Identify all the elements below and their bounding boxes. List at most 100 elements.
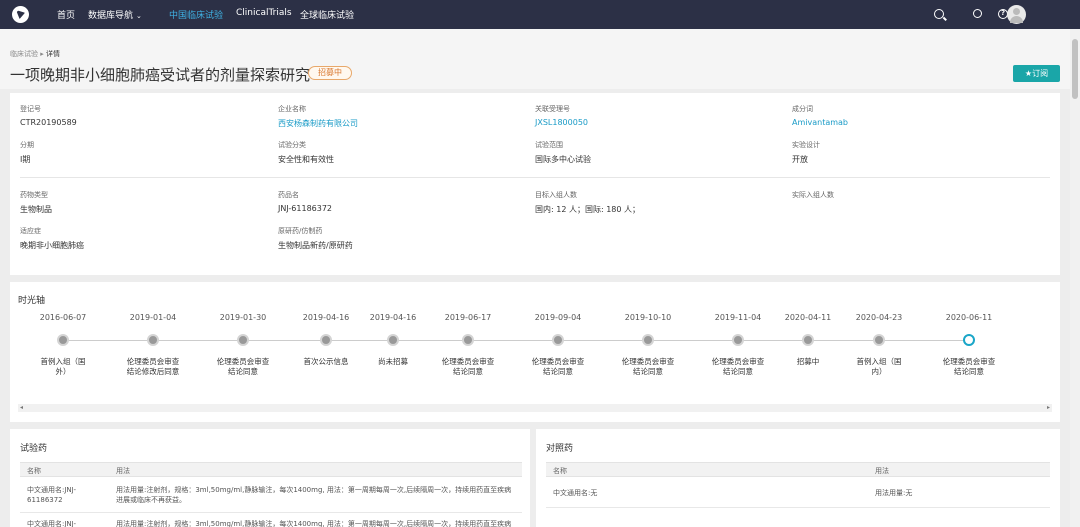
field-accept-no: 关联受理号 JXSL1800050 [535,104,588,127]
timeline-dot-icon[interactable] [552,334,564,346]
timeline-label: 伦理委员会审查结论同意 [621,357,675,376]
breadcrumb-parent[interactable]: 临床试验 [10,50,38,58]
timeline-dot-icon[interactable] [387,334,399,346]
timeline-dot-icon[interactable] [642,334,654,346]
field-value: 晚期非小细胞肺癌 [20,241,84,250]
breadcrumb-current: 详情 [45,50,60,58]
timeline-date: 2019-10-10 [624,313,672,322]
lightbulb-icon[interactable] [973,9,982,18]
timeline-date: 2019-09-04 [534,313,582,322]
timeline-label: 伦理委员会审查结论同意 [531,357,585,376]
field-ingredient: 成分词 Amivantamab [792,104,848,127]
scrollbar-thumb[interactable] [1072,39,1078,99]
breadcrumb: 临床试验 ▸ 详情 [10,49,60,59]
field-label: 药品名 [278,191,299,199]
field-value: CTR20190589 [20,118,77,127]
horizontal-scrollbar[interactable]: ◂ ▸ [18,404,1052,412]
vertical-scrollbar[interactable] [1070,29,1080,527]
field-value: 开放 [792,155,808,164]
divider [20,177,1050,178]
field-label: 登记号 [20,105,41,113]
drug-name: 中文通用名:JNJ-61186372 [27,486,76,504]
timeline-dot-icon[interactable] [873,334,885,346]
timeline-dot-icon[interactable] [802,334,814,346]
field-label: 关联受理号 [535,105,570,113]
nav-home[interactable]: 首页 [57,8,75,21]
field-value: 国际多中心试验 [535,155,591,164]
field-scope: 试验范围 国际多中心试验 [535,140,591,165]
scroll-left-icon[interactable]: ◂ [20,404,23,412]
ingredient-link[interactable]: Amivantamab [792,118,848,127]
table-row: 中文通用名:JNJ- 用法用量:注射剂，规格：3ml,50mg/ml,静脉输注，… [20,514,522,527]
field-category: 试验分类 安全性和有效性 [278,140,334,165]
timeline-label: 伦理委员会审查结论修改后同意 [126,357,180,376]
timeline-dot-icon[interactable] [963,334,975,346]
field-label: 企业名称 [278,105,306,113]
table-header: 名称 用法 [546,462,1050,477]
top-navbar: 首页 数据库导航 ⌄ 中国临床试验 ClinicalTrials 全球临床试验 ? [0,0,1080,29]
field-label: 适应症 [20,227,41,235]
timeline-date: 2016-06-07 [39,313,87,322]
field-label: 试验范围 [535,141,563,149]
field-value: 生物制品新药/原研药 [278,241,353,250]
timeline-line [63,340,969,341]
timeline-date: 2020-06-11 [945,313,993,322]
field-label: 原研药/仿制药 [278,227,323,235]
field-value: I期 [20,155,31,164]
timeline-label: 伦理委员会审查结论同意 [942,357,996,376]
subscribe-button[interactable]: ★订阅 [1013,65,1060,82]
col-name-header: 名称 [27,467,41,475]
field-label: 实际入组人数 [792,191,834,199]
field-label: 试验分类 [278,141,306,149]
section-title: 对照药 [546,444,574,454]
timeline-date: 2019-06-17 [444,313,492,322]
timeline-title: 时光轴 [18,296,46,306]
nav-china-trials[interactable]: 中国临床试验 [169,8,223,21]
nav-database[interactable]: 数据库导航 ⌄ [88,8,142,21]
avatar[interactable] [1007,5,1026,24]
field-label: 成分词 [792,105,813,113]
timeline-dot-icon[interactable] [462,334,474,346]
field-actual-enroll: 实际入组人数 [792,190,834,204]
timeline-date: 2020-04-23 [855,313,903,322]
timeline-date: 2019-01-30 [219,313,267,322]
nav-clinicaltrials[interactable]: ClinicalTrials [236,8,292,18]
timeline-dot-icon[interactable] [237,334,249,346]
field-reg-no: 登记号 CTR20190589 [20,104,77,127]
field-drug-type: 药物类型 生物制品 [20,190,52,215]
timeline-label: 首例入组（国内） [856,357,902,376]
drug-usage: 用法用量:无 [875,489,913,497]
timeline-label: 首例入组（国外） [40,357,86,376]
field-label: 分期 [20,141,34,149]
section-title: 试验药 [20,444,48,454]
scroll-right-icon[interactable]: ▸ [1047,404,1050,412]
drug-usage: 用法用量:注射剂，规格：3ml,50mg/ml,静脉输注，每次1400mg, 用… [116,486,512,504]
field-label: 药物类型 [20,191,48,199]
page-header: 临床试验 ▸ 详情 一项晚期非小细胞肺癌受试者的剂量探索研究 招募中 ★订阅 [0,29,1070,89]
chevron-down-icon: ⌄ [136,12,142,20]
nav-database-label: 数据库导航 [88,11,134,21]
drug-usage: 用法用量:注射剂，规格：3ml,50mg/ml,静脉输注，每次1400mg, 用… [116,520,512,527]
timeline-dot-icon[interactable] [147,334,159,346]
col-usage-header: 用法 [116,467,130,475]
accept-no-link[interactable]: JXSL1800050 [535,118,588,127]
field-label: 目标入组人数 [535,191,577,199]
table-header: 名称 用法 [20,462,522,477]
breadcrumb-separator-icon: ▸ [40,50,44,58]
company-link[interactable]: 西安杨森制药有限公司 [278,118,358,129]
logo-icon[interactable] [12,6,29,23]
field-value: 安全性和有效性 [278,155,334,164]
field-origin: 原研药/仿制药 生物制品新药/原研药 [278,226,353,251]
nav-global-trials[interactable]: 全球临床试验 [300,8,354,21]
timeline-card: 时光轴 2016-06-07 首例入组（国外） 2019-01-04 伦理委员会审查结… [10,282,1060,422]
search-icon[interactable] [934,9,944,19]
field-phase: 分期 I期 [20,140,34,165]
field-target-enroll: 目标入组人数 国内: 12 人；国际: 180 人； [535,190,640,215]
timeline-dot-icon[interactable] [732,334,744,346]
field-company: 企业名称 西安杨森制药有限公司 [278,104,358,129]
timeline-dot-icon[interactable] [57,334,69,346]
timeline-dot-icon[interactable] [320,334,332,346]
table-row: 中文通用名:无 用法用量:无 [546,478,1050,508]
timeline-label: 伦理委员会审查结论同意 [216,357,270,376]
trial-drug-card: 试验药 名称 用法 中文通用名:JNJ-61186372 用法用量:注射剂，规格… [10,429,530,527]
